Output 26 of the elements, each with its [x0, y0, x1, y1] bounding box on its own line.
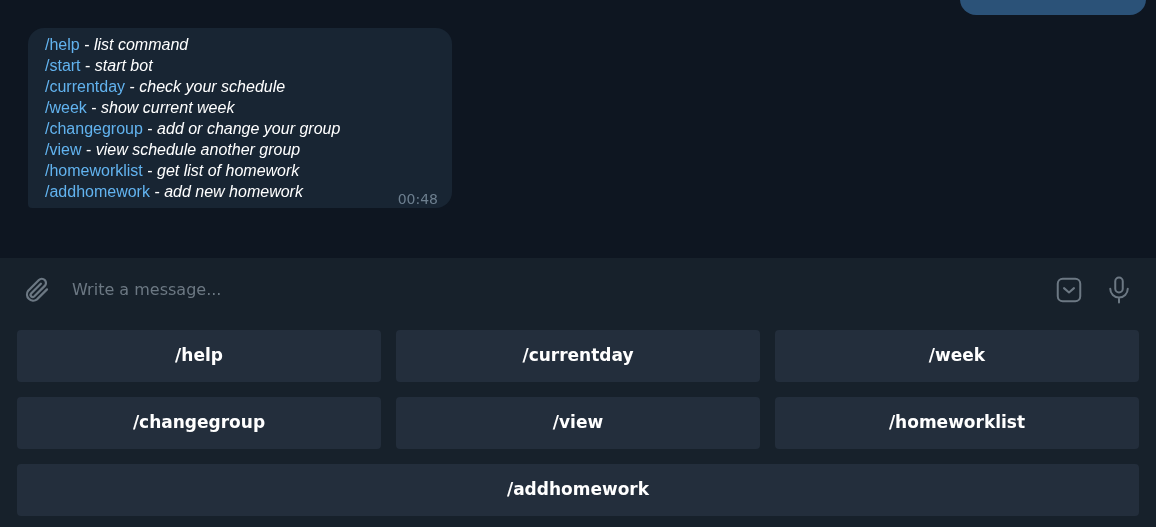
command-description: /help - list command	[45, 35, 189, 55]
keyboard-button[interactable]: /changegroup	[17, 397, 381, 449]
command-link[interactable]: /changegroup	[45, 120, 143, 137]
command-description: /week - show current week	[45, 98, 235, 118]
command-link[interactable]: /week	[45, 99, 87, 116]
keyboard-button[interactable]: /addhomework	[17, 464, 1139, 516]
command-link[interactable]: /help	[45, 36, 80, 53]
command-description: /homeworklist - get list of homework	[45, 161, 300, 181]
command-link[interactable]: /start	[45, 57, 81, 74]
command-link[interactable]: /homeworklist	[45, 162, 143, 179]
command-description: /view - view schedule another group	[45, 140, 301, 160]
message-time: 00:48	[397, 190, 438, 208]
keyboard-button[interactable]: /week	[775, 330, 1139, 382]
command-description: /changegroup - add or change your group	[45, 119, 341, 139]
command-link[interactable]: /view	[45, 141, 82, 158]
command-description: /start - start bot	[45, 56, 153, 76]
command-link[interactable]: /addhomework	[45, 183, 150, 200]
keyboard-button[interactable]: /help	[17, 330, 381, 382]
message-input[interactable]: Write a message...	[72, 278, 1034, 302]
command-link[interactable]: /currentday	[45, 78, 126, 95]
command-description: /currentday - check your schedule	[45, 77, 286, 97]
emoji-keyboard-icon[interactable]	[1054, 275, 1084, 305]
command-description: /addhomework - add new homework	[45, 182, 303, 202]
keyboard-button[interactable]: /view	[396, 397, 760, 449]
keyboard-button[interactable]: /homeworklist	[775, 397, 1139, 449]
keyboard-button[interactable]: /currentday	[396, 330, 760, 382]
